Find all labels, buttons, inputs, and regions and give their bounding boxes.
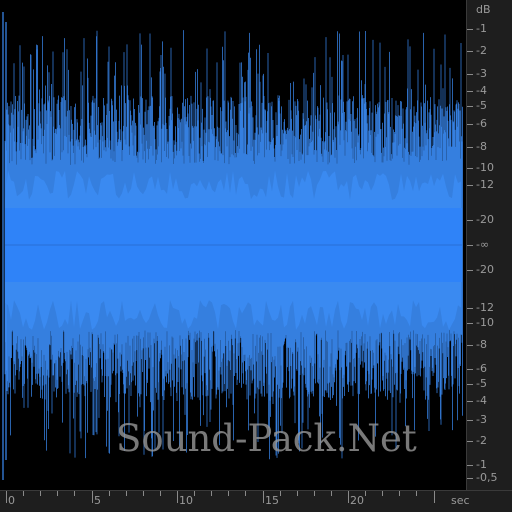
time-tick-label: 20 xyxy=(350,494,364,507)
db-tick-label: -20 xyxy=(476,263,494,276)
db-tick-label: -10 xyxy=(476,161,494,174)
db-tick-label: -2 xyxy=(476,44,487,57)
db-tick xyxy=(467,220,473,221)
db-tick xyxy=(467,147,473,148)
time-tick-label: 0 xyxy=(8,494,15,507)
time-tick xyxy=(40,491,41,496)
db-tick-label: -2 xyxy=(476,434,487,447)
db-tick-label: -10 xyxy=(476,316,494,329)
time-tick xyxy=(416,491,417,496)
time-tick xyxy=(331,491,332,496)
time-tick xyxy=(126,491,127,496)
time-tick xyxy=(194,491,195,496)
db-tick xyxy=(467,323,473,324)
time-tick xyxy=(160,491,161,496)
db-tick-label: -12 xyxy=(476,301,494,314)
db-tick xyxy=(467,401,473,402)
db-tick-label: -3 xyxy=(476,67,487,80)
db-tick-label: -4 xyxy=(476,84,487,97)
db-tick-label: -8 xyxy=(476,140,487,153)
db-tick xyxy=(467,124,473,125)
db-tick xyxy=(467,29,473,30)
time-ruler[interactable]: 0 5 10 15 20 sec xyxy=(0,490,512,512)
time-tick xyxy=(109,491,110,496)
db-tick-label: -5 xyxy=(476,99,487,112)
db-tick xyxy=(467,168,473,169)
waveform-graph xyxy=(2,12,463,480)
db-tick xyxy=(467,91,473,92)
time-tick xyxy=(297,491,298,496)
db-tick xyxy=(467,245,473,246)
db-unit-label: dB xyxy=(476,3,491,16)
time-tick xyxy=(143,491,144,496)
time-tick xyxy=(348,491,349,503)
time-tick xyxy=(211,491,212,496)
db-tick-label: -12 xyxy=(476,178,494,191)
time-tick xyxy=(399,491,400,496)
time-tick xyxy=(6,491,7,503)
db-tick xyxy=(467,185,473,186)
time-tick-label: 10 xyxy=(179,494,193,507)
db-tick-label: -0,5 xyxy=(476,471,498,484)
db-tick xyxy=(467,420,473,421)
time-tick xyxy=(365,491,366,496)
time-tick xyxy=(314,491,315,496)
db-tick xyxy=(467,106,473,107)
db-tick-label: -5 xyxy=(476,377,487,390)
time-tick xyxy=(382,491,383,496)
db-tick-label: -20 xyxy=(476,213,494,226)
db-tick xyxy=(467,369,473,370)
db-tick xyxy=(467,478,473,479)
time-tick xyxy=(74,491,75,496)
time-tick xyxy=(228,491,229,496)
time-tick xyxy=(177,491,178,503)
time-unit-label: sec xyxy=(451,494,470,507)
audio-editor-waveform-view: dB -1 -2 -3 -4 -5 -6 -8 -10 -12 -20 -∞ -20 -12 -10 -8-… xyxy=(0,0,512,512)
time-tick xyxy=(92,491,93,503)
db-tick xyxy=(467,441,473,442)
db-tick-label: -6 xyxy=(476,362,487,375)
db-tick xyxy=(467,74,473,75)
time-tick-label: 5 xyxy=(94,494,101,507)
time-tick xyxy=(23,491,24,496)
db-tick-label: -8 xyxy=(476,338,487,351)
db-tick-label: -4 xyxy=(476,394,487,407)
db-tick xyxy=(467,384,473,385)
db-tick xyxy=(467,465,473,466)
time-tick xyxy=(280,491,281,496)
db-tick xyxy=(467,51,473,52)
db-tick-label: -3 xyxy=(476,413,487,426)
time-tick xyxy=(434,491,435,503)
db-tick xyxy=(467,308,473,309)
db-tick xyxy=(467,345,473,346)
time-tick xyxy=(57,491,58,496)
db-tick xyxy=(467,270,473,271)
db-tick-label: -1 xyxy=(476,22,487,35)
db-tick-label: -1 xyxy=(476,458,487,471)
time-tick xyxy=(263,491,264,503)
db-tick-label: -6 xyxy=(476,117,487,130)
db-scale-ruler: dB -1 -2 -3 -4 -5 -6 -8 -10 -12 -20 -∞ -20 -12 -10 -8 -… xyxy=(466,0,512,490)
time-tick-label: 15 xyxy=(265,494,279,507)
db-tick-label: -∞ xyxy=(476,238,490,251)
time-tick xyxy=(245,491,246,496)
waveform-display[interactable] xyxy=(0,0,466,490)
